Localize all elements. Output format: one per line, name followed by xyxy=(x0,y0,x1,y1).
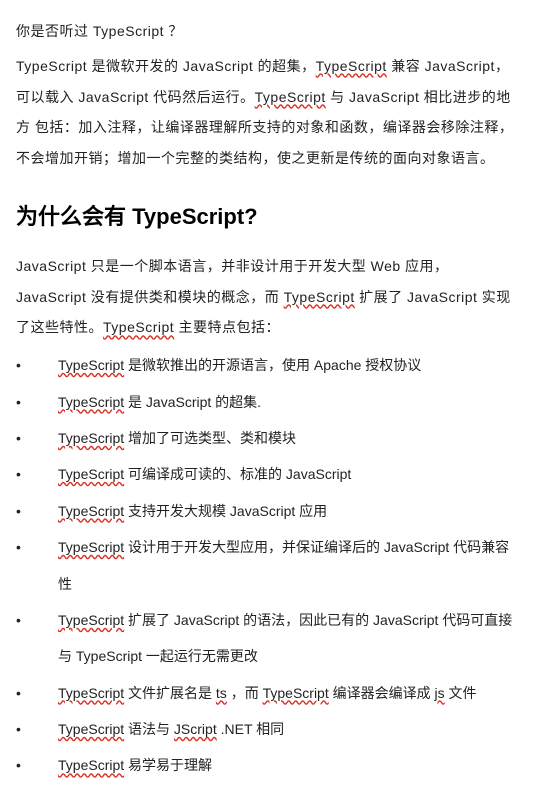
term-typescript: TypeScript xyxy=(58,394,124,410)
term-typescript: TypeScript xyxy=(58,430,124,446)
section-heading-why: 为什么会有 TypeScript? xyxy=(16,202,518,233)
list-item: TypeScript 文件扩展名是 ts ，而 TypeScript 编译器会编… xyxy=(16,675,518,711)
term-typescript: TypeScript xyxy=(316,58,387,74)
term-jscript: JScript xyxy=(174,721,217,737)
term-typescript: TypeScript xyxy=(58,721,124,737)
text: 增加了可选类型、类和模块 xyxy=(124,430,296,446)
heading-text: 为什么会有 TypeScript? xyxy=(16,204,258,229)
list-item: TypeScript 是微软推出的开源语言，使用 Apache 授权协议 xyxy=(16,347,518,383)
term-typescript: TypeScript xyxy=(58,685,124,701)
term-typescript: TypeScript xyxy=(103,319,174,335)
list-item: TypeScript 语法与 JScript .NET 相同 xyxy=(16,711,518,747)
text: 是 JavaScript 的超集. xyxy=(124,394,261,410)
term-typescript: TypeScript xyxy=(58,757,124,773)
intro-question: 你是否听过 TypeScript ？ xyxy=(16,16,518,47)
list-item: TypeScript 设计用于开发大型应用，并保证编译后的 JavaScript… xyxy=(16,529,518,602)
term-typescript: TypeScript xyxy=(58,466,124,482)
term-typescript: TypeScript xyxy=(58,612,124,628)
text: 设计用于开发大型应用，并保证编译后的 JavaScript 代码兼容性 xyxy=(58,539,509,591)
text: 文件 xyxy=(445,685,477,701)
term-js: js xyxy=(435,685,445,701)
list-item: TypeScript 增加了可选类型、类和模块 xyxy=(16,420,518,456)
text: .NET 相同 xyxy=(217,721,284,737)
text: 支持开发大规模 JavaScript 应用 xyxy=(124,503,327,519)
text: 扩展了 JavaScript 的语法，因此已有的 JavaScript 代码可直… xyxy=(58,612,512,664)
term-typescript: TypeScript xyxy=(58,357,124,373)
term-typescript: TypeScript xyxy=(255,89,326,105)
why-paragraph: JavaScript 只是一个脚本语言，并非设计用于开发大型 Web 应用，Ja… xyxy=(16,251,518,343)
text: 可编译成可读的、标准的 JavaScript xyxy=(124,466,351,482)
list-item: TypeScript 易学易于理解 xyxy=(16,747,518,783)
list-item: TypeScript 扩展了 JavaScript 的语法，因此已有的 Java… xyxy=(16,602,518,675)
intro-paragraph: TypeScript 是微软开发的 JavaScript 的超集，TypeScr… xyxy=(16,51,518,174)
list-item: TypeScript 是 JavaScript 的超集. xyxy=(16,384,518,420)
term-ts: ts xyxy=(216,685,227,701)
text: 主要特点包括： xyxy=(174,319,280,335)
term-typescript: TypeScript xyxy=(263,685,329,701)
term-typescript: TypeScript xyxy=(58,539,124,555)
text: 你是否听过 TypeScript ？ xyxy=(16,23,183,39)
text: 是微软推出的开源语言，使用 Apache 授权协议 xyxy=(124,357,421,373)
text: 语法与 xyxy=(124,721,174,737)
text: TypeScript 是微软开发的 JavaScript 的超集， xyxy=(16,58,316,74)
list-item: TypeScript 可编译成可读的、标准的 JavaScript xyxy=(16,456,518,492)
term-typescript: TypeScript xyxy=(58,503,124,519)
text: ，而 xyxy=(227,685,263,701)
feature-list: TypeScript 是微软推出的开源语言，使用 Apache 授权协议 Typ… xyxy=(16,347,518,784)
text: 易学易于理解 xyxy=(124,757,212,773)
text: 编译器会编译成 xyxy=(329,685,435,701)
text: 文件扩展名是 xyxy=(124,685,216,701)
list-item: TypeScript 支持开发大规模 JavaScript 应用 xyxy=(16,493,518,529)
term-typescript: TypeScript xyxy=(284,289,355,305)
